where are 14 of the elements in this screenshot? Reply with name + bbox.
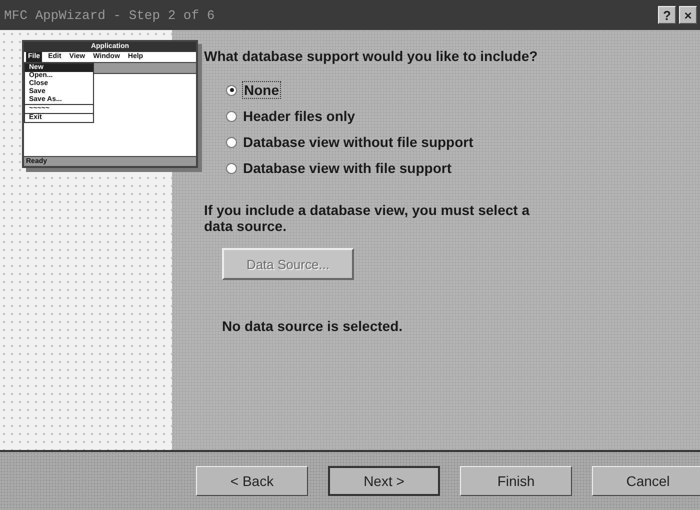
radio-option[interactable]: Database view with file support: [226, 160, 700, 176]
wizard-button[interactable]: Finish: [460, 466, 572, 496]
help-button[interactable]: ?: [658, 6, 676, 24]
radio-option[interactable]: Database view without file support: [226, 134, 700, 150]
radio-option[interactable]: Header files only: [226, 108, 700, 124]
window-title: MFC AppWizard - Step 2 of 6: [4, 8, 216, 22]
info-text: If you include a database view, you must select a data source.: [204, 202, 531, 234]
wizard-button[interactable]: Next >: [328, 466, 440, 496]
wizard-button[interactable]: Cancel: [592, 466, 700, 496]
wizard-button[interactable]: < Back: [196, 466, 308, 496]
radio-option[interactable]: None: [226, 82, 700, 98]
close-button[interactable]: ×: [679, 6, 697, 24]
question-label: What database support would you like to include?: [204, 48, 539, 64]
status-text: No data source is selected.: [222, 318, 404, 334]
